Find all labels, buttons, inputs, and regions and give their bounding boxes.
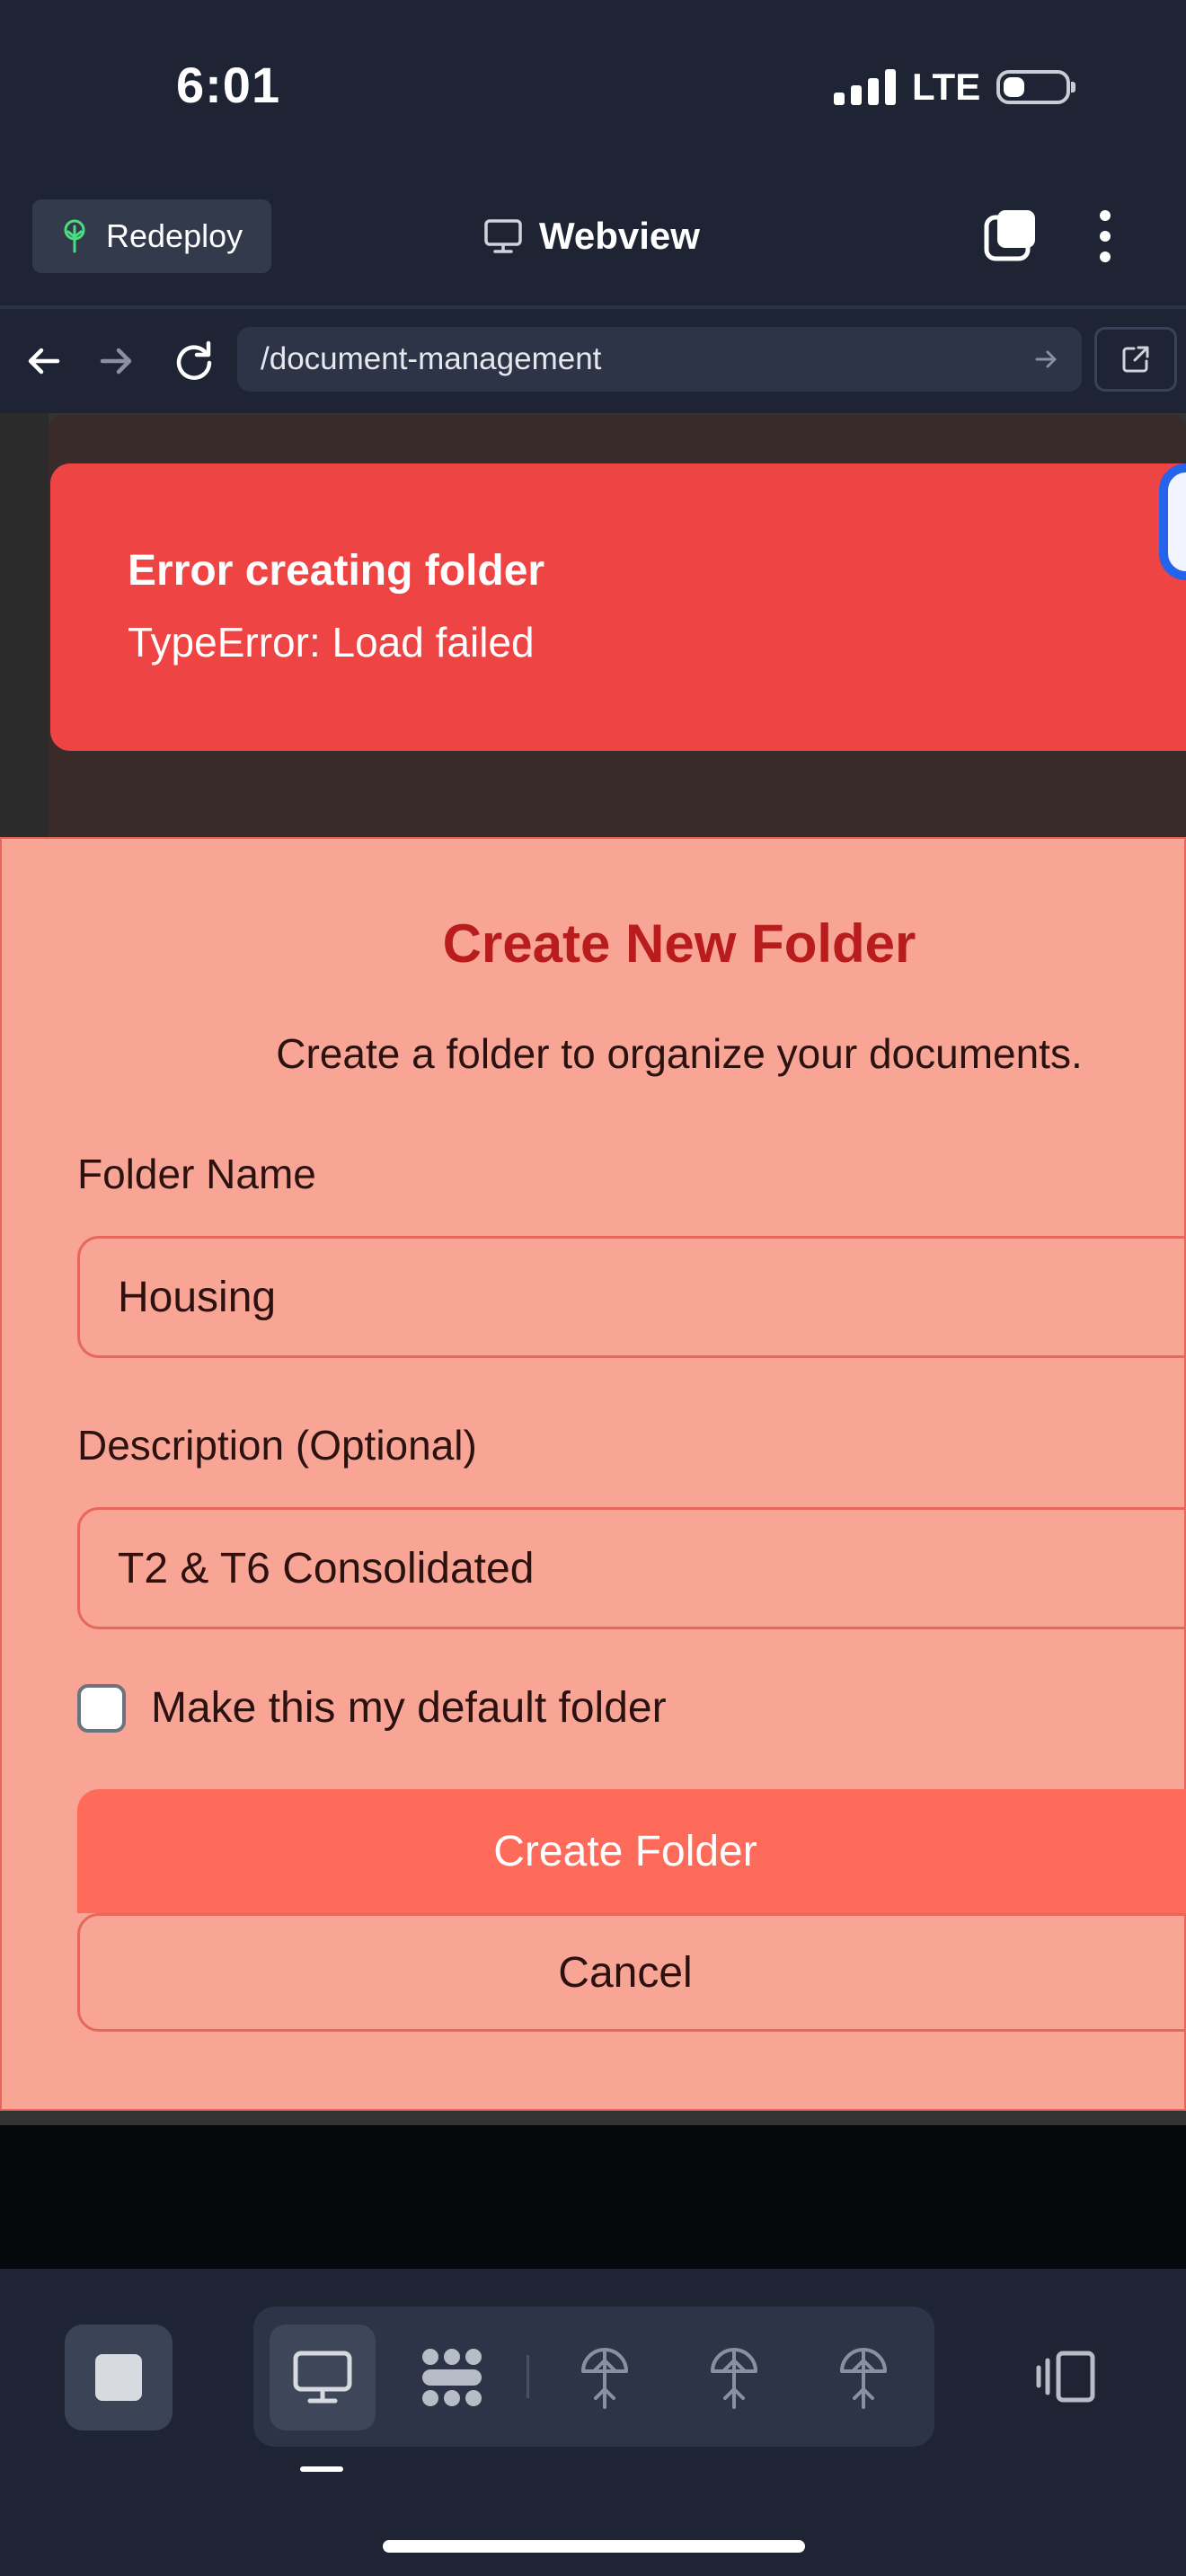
- description-label: Description (Optional): [77, 1422, 477, 1469]
- deploy-tab-2[interactable]: [681, 2325, 787, 2430]
- description-input[interactable]: T2 & T6 Consolidated: [77, 1507, 1186, 1629]
- create-folder-dialog: Create New Folder Create a folder to org…: [0, 837, 1186, 2111]
- cancel-button[interactable]: Cancel: [77, 1913, 1186, 2032]
- stop-icon: [95, 2354, 142, 2401]
- folder-name-value: Housing: [118, 1273, 277, 1321]
- description-value: T2 & T6 Consolidated: [118, 1544, 535, 1592]
- toast-title: Error creating folder: [128, 547, 545, 595]
- sprout-icon: [64, 219, 85, 253]
- address-bar[interactable]: /document-management: [237, 327, 1082, 392]
- folder-name-label: Folder Name: [77, 1151, 316, 1197]
- antenna-icon: [711, 2348, 757, 2409]
- signal-icon: [834, 69, 896, 105]
- panel-icon[interactable]: [1033, 2348, 1098, 2405]
- open-external-button[interactable]: [1094, 327, 1177, 392]
- desktop-tab[interactable]: [270, 2325, 376, 2430]
- deploy-tab-3[interactable]: [810, 2325, 916, 2430]
- create-folder-button[interactable]: Create Folder: [77, 1789, 1186, 1913]
- page-bottom-area: [0, 2125, 1186, 2269]
- active-tab-indicator: [300, 2466, 343, 2472]
- forward-icon[interactable]: [90, 334, 144, 388]
- folder-name-input[interactable]: Housing: [77, 1236, 1186, 1358]
- monitor-icon: [484, 219, 522, 253]
- segment-divider: [527, 2355, 529, 2398]
- grid-dots-icon: [422, 2349, 482, 2406]
- error-toast: Error creating folder TypeError: Load fa…: [50, 463, 1186, 751]
- toolbar-divider: [0, 305, 1186, 309]
- webview-title: Webview: [483, 207, 700, 266]
- page-backdrop: [0, 413, 49, 844]
- stop-button[interactable]: [65, 2325, 173, 2430]
- desktop-icon: [293, 2351, 352, 2404]
- deploy-tab-1[interactable]: [552, 2325, 658, 2430]
- go-arrow-icon[interactable]: [1031, 345, 1060, 374]
- network-label: LTE: [912, 66, 981, 108]
- antenna-icon: [581, 2348, 628, 2409]
- toast-close-icon[interactable]: [1159, 463, 1186, 580]
- url-text: /document-management: [261, 341, 602, 376]
- default-folder-label: Make this my default folder: [151, 1684, 667, 1732]
- battery-icon: [996, 70, 1076, 104]
- back-icon[interactable]: [16, 334, 70, 388]
- redeploy-label: Redeploy: [106, 217, 243, 254]
- status-time: 6:01: [176, 57, 281, 113]
- redeploy-button[interactable]: Redeploy: [32, 199, 271, 273]
- default-folder-row[interactable]: Make this my default folder: [77, 1683, 667, 1733]
- home-indicator[interactable]: [383, 2540, 805, 2553]
- toast-message: TypeError: Load failed: [128, 619, 535, 666]
- dialog-title: Create New Folder: [442, 913, 916, 974]
- more-vertical-icon[interactable]: [1094, 208, 1116, 264]
- plugins-tab[interactable]: [399, 2325, 505, 2430]
- default-folder-checkbox[interactable]: [77, 1683, 126, 1733]
- external-link-icon: [1122, 346, 1149, 373]
- status-indicators: LTE: [834, 63, 1076, 111]
- antenna-icon: [840, 2348, 887, 2409]
- dialog-subtitle: Create a folder to organize your documen…: [276, 1030, 1083, 1077]
- webview-title-text: Webview: [539, 215, 700, 257]
- reload-icon[interactable]: [167, 334, 221, 388]
- tabs-icon[interactable]: [983, 208, 1039, 264]
